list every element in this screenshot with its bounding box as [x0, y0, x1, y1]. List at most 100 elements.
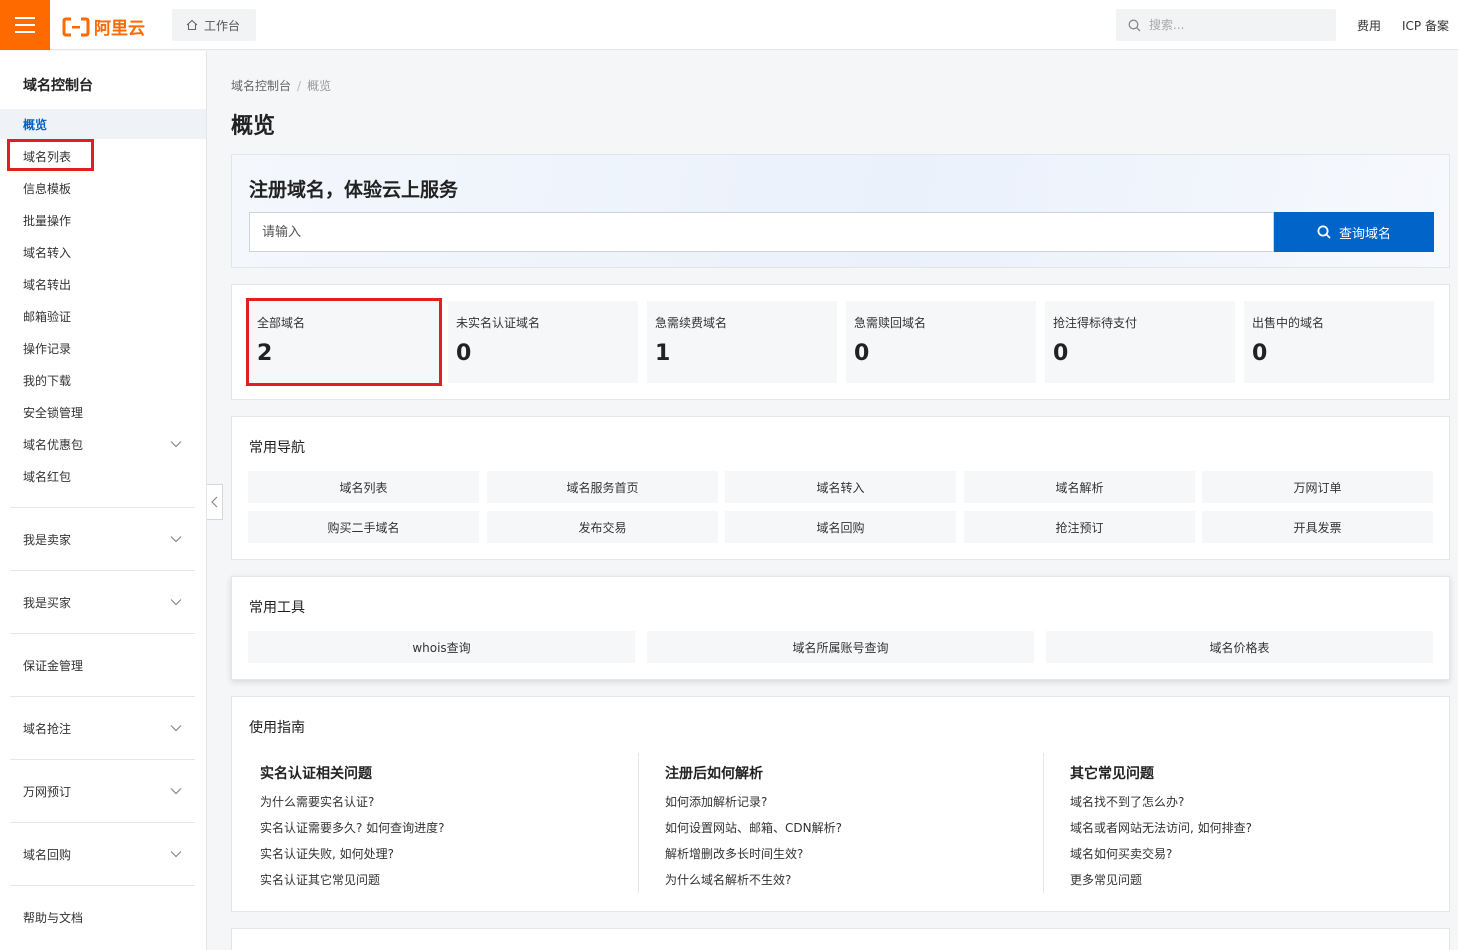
tool-whois[interactable]: whois查询: [248, 631, 635, 663]
sidebar: 域名控制台 概览 域名列表 信息模板 批量操作 域名转入 域名转出 邮箱验证 操…: [0, 51, 207, 950]
workbench-button[interactable]: 工作台: [172, 9, 256, 41]
stat-value: 1: [655, 341, 671, 366]
sidebar-item-label: 域名红包: [23, 469, 72, 484]
nav-link-domain-home[interactable]: 域名服务首页: [487, 471, 718, 503]
guide-column-dns: 注册后如何解析 如何添加解析记录? 如何设置网站、邮箱、CDN解析? 解析增删改…: [665, 763, 842, 899]
register-domain-card: 注册域名，体验云上服务 查询域名: [231, 154, 1450, 268]
usage-guide-card: 使用指南 实名认证相关问题 为什么需要实名认证? 实名认证需要多久? 如何查询进…: [231, 696, 1450, 912]
sidebar-collapse-handle[interactable]: [207, 484, 223, 520]
menu-button[interactable]: [0, 0, 50, 50]
sidebar-group-help[interactable]: 帮助与文档: [0, 902, 206, 932]
chevron-left-icon: [211, 496, 218, 508]
highlight-box-domain-list: [7, 139, 94, 171]
sidebar-item-label: 域名转入: [23, 245, 72, 260]
guide-link[interactable]: 更多常见问题: [1070, 873, 1252, 899]
guide-link[interactable]: 为什么需要实名认证?: [260, 795, 445, 821]
stat-value: 0: [1252, 341, 1268, 366]
sidebar-item-label: 批量操作: [23, 213, 72, 228]
brand-name: 阿里云: [94, 19, 145, 39]
common-nav-title: 常用导航: [249, 440, 305, 456]
global-search[interactable]: [1116, 9, 1336, 41]
sidebar-item-info-template[interactable]: 信息模板: [0, 173, 206, 203]
stat-all-domains[interactable]: 全部域名 2: [246, 298, 442, 386]
sidebar-item-batch[interactable]: 批量操作: [0, 205, 206, 235]
brand-logo[interactable]: 阿里云: [62, 14, 145, 39]
nav-link-dns[interactable]: 域名解析: [964, 471, 1195, 503]
chevron-down-icon: [170, 851, 182, 858]
guide-link[interactable]: 实名认证需要多久? 如何查询进度?: [260, 821, 445, 847]
sidebar-item-label: 邮箱验证: [23, 309, 72, 324]
guide-link[interactable]: 为什么域名解析不生效?: [665, 873, 842, 899]
stat-value: 2: [257, 341, 273, 366]
guide-link[interactable]: 域名或者网站无法访问, 如何排查?: [1070, 821, 1252, 847]
breadcrumb-current: 概览: [307, 79, 332, 93]
global-search-input[interactable]: [1149, 18, 1319, 32]
guide-link[interactable]: 域名找不到了怎么办?: [1070, 795, 1252, 821]
sidebar-group-buyer[interactable]: 我是买家: [0, 587, 206, 617]
guide-link[interactable]: 如何设置网站、邮箱、CDN解析?: [665, 821, 842, 847]
sidebar-divider: [10, 759, 195, 760]
sidebar-item-discount-pack[interactable]: 域名优惠包: [0, 429, 206, 459]
guide-column-title: 实名认证相关问题: [260, 766, 372, 782]
stat-label: 出售中的域名: [1252, 316, 1325, 330]
stat-label: 急需赎回域名: [854, 316, 927, 330]
sidebar-item-security-lock[interactable]: 安全锁管理: [0, 397, 206, 427]
guide-link[interactable]: 域名如何买卖交易?: [1070, 847, 1252, 873]
tool-price-list[interactable]: 域名价格表: [1046, 631, 1433, 663]
sidebar-group-wanwang-reserve[interactable]: 万网预订: [0, 776, 206, 806]
nav-link-orders[interactable]: 万网订单: [1202, 471, 1433, 503]
tool-account-lookup[interactable]: 域名所属账号查询: [647, 631, 1034, 663]
guide-link[interactable]: 解析增删改多长时间生效?: [665, 847, 842, 873]
stat-renew-urgent[interactable]: 急需续费域名 1: [647, 301, 837, 383]
guide-column-title: 其它常见问题: [1070, 766, 1154, 782]
sidebar-item-transfer-in[interactable]: 域名转入: [0, 237, 206, 267]
common-tools-card: 常用工具 whois查询 域名所属账号查询 域名价格表: [231, 576, 1450, 680]
sidebar-group-label: 帮助与文档: [23, 910, 84, 925]
sidebar-group-label: 我是卖家: [23, 532, 72, 547]
home-icon: [186, 19, 198, 31]
nav-link-invoice[interactable]: 开具发票: [1202, 511, 1433, 543]
sidebar-item-op-log[interactable]: 操作记录: [0, 333, 206, 363]
top-bar: 阿里云 工作台 费用 ICP 备案: [0, 0, 1458, 50]
common-tools-title: 常用工具: [249, 600, 305, 616]
search-icon: [1128, 19, 1141, 31]
stat-for-sale[interactable]: 出售中的域名 0: [1244, 301, 1434, 383]
sidebar-item-email-verify[interactable]: 邮箱验证: [0, 301, 206, 331]
guide-link[interactable]: 实名认证失败, 如何处理?: [260, 847, 445, 873]
domain-search-input[interactable]: [249, 212, 1274, 252]
breadcrumb: 域名控制台 / 概览: [231, 77, 331, 94]
guide-link[interactable]: 如何添加解析记录?: [665, 795, 842, 821]
aliyun-logo-icon: [62, 17, 90, 36]
sidebar-divider: [10, 633, 195, 634]
sidebar-group-buyback[interactable]: 域名回购: [0, 839, 206, 869]
chevron-down-icon: [170, 788, 182, 795]
stat-label: 全部域名: [257, 316, 306, 330]
nav-link-buy-used[interactable]: 购买二手域名: [248, 511, 479, 543]
sidebar-item-transfer-out[interactable]: 域名转出: [0, 269, 206, 299]
billing-link[interactable]: 费用: [1357, 17, 1381, 34]
nav-link-buyback[interactable]: 域名回购: [725, 511, 956, 543]
guide-link[interactable]: 实名认证其它常见问题: [260, 873, 445, 899]
guide-column-title: 注册后如何解析: [665, 766, 763, 782]
stat-redeem-urgent[interactable]: 急需赎回域名 0: [846, 301, 1036, 383]
sidebar-item-overview[interactable]: 概览: [0, 109, 206, 139]
page-title: 概览: [231, 114, 276, 139]
sidebar-divider: [10, 696, 195, 697]
sidebar-group-seller[interactable]: 我是卖家: [0, 524, 206, 554]
nav-link-publish-trade[interactable]: 发布交易: [487, 511, 718, 543]
common-nav-card: 常用导航 域名列表 域名服务首页 域名转入 域名解析 万网订单 购买二手域名 发…: [231, 416, 1450, 560]
stat-backorder-pending[interactable]: 抢注得标待支付 0: [1045, 301, 1235, 383]
sidebar-item-label: 概览: [23, 117, 48, 132]
nav-link-backorder[interactable]: 抢注预订: [964, 511, 1195, 543]
breadcrumb-link-console[interactable]: 域名控制台: [231, 79, 291, 93]
icp-link[interactable]: ICP 备案: [1402, 17, 1449, 34]
nav-link-domain-list[interactable]: 域名列表: [248, 471, 479, 503]
sidebar-group-deposit[interactable]: 保证金管理: [0, 650, 206, 680]
sidebar-item-label: 安全锁管理: [23, 405, 84, 420]
sidebar-group-backorder[interactable]: 域名抢注: [0, 713, 206, 743]
query-domain-button[interactable]: 查询域名: [1274, 212, 1434, 252]
stat-unverified-domains[interactable]: 未实名认证域名 0: [448, 301, 638, 383]
nav-link-transfer-in[interactable]: 域名转入: [725, 471, 956, 503]
sidebar-item-red-packet[interactable]: 域名红包: [0, 461, 206, 491]
sidebar-item-downloads[interactable]: 我的下载: [0, 365, 206, 395]
